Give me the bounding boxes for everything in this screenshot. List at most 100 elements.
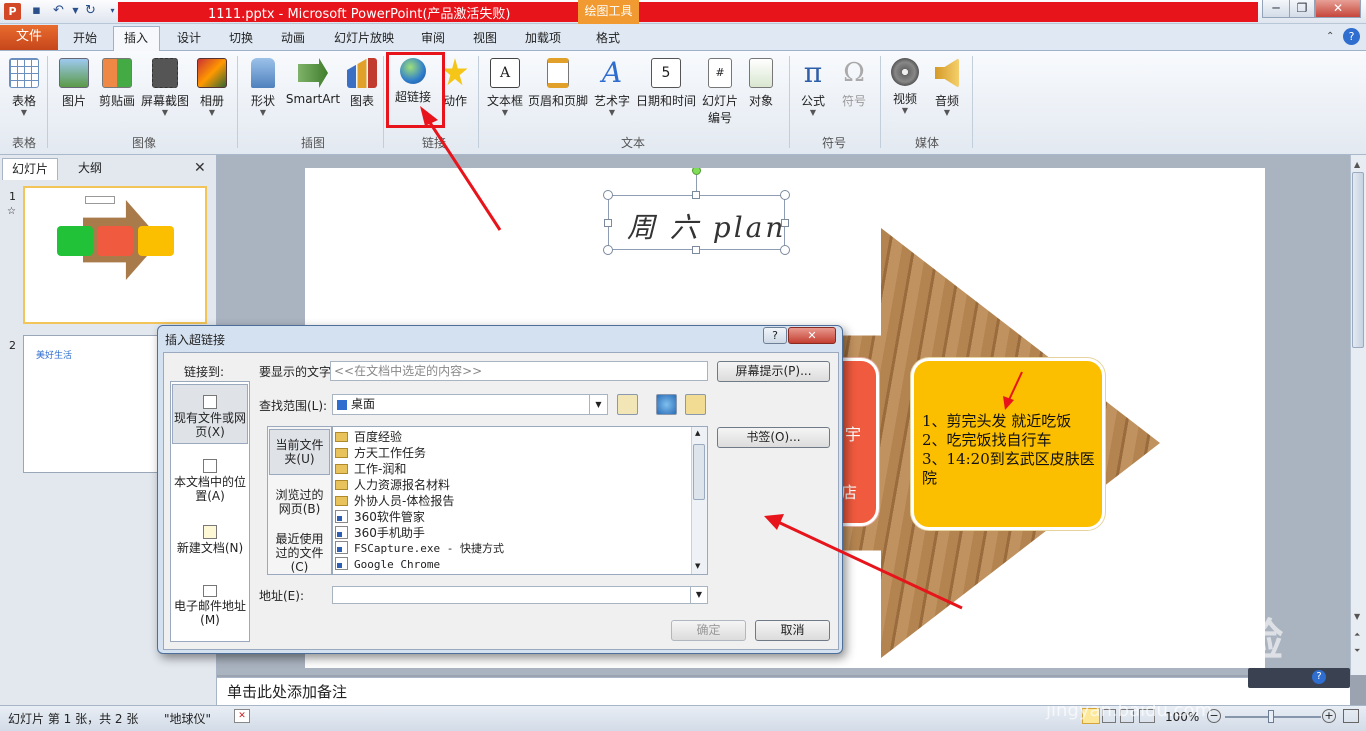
ime-help-icon[interactable]: ? xyxy=(1312,670,1326,684)
resize-handle-tr[interactable] xyxy=(780,190,790,200)
file-item-folder[interactable]: 方天工作任务 xyxy=(333,445,707,461)
resize-handle-bm[interactable] xyxy=(692,246,700,254)
wordart-button[interactable]: A 艺术字 ▼ xyxy=(592,58,632,117)
resize-handle-ml[interactable] xyxy=(604,219,612,227)
album-button[interactable]: 相册 ▼ xyxy=(195,58,229,117)
smartart-button[interactable]: SmartArt xyxy=(285,58,341,106)
file-item-shortcut[interactable]: FSCapture.exe - 快捷方式 xyxy=(333,541,707,557)
tab-animations[interactable]: 动画 xyxy=(274,30,312,48)
screenshot-button[interactable]: 屏幕截图 ▼ xyxy=(140,58,190,117)
address-field[interactable] xyxy=(332,586,708,604)
tab-browsed-pages[interactable]: 浏览过的网页(B) xyxy=(269,482,330,524)
tab-file[interactable]: 文件 xyxy=(0,25,58,50)
equation-button[interactable]: π 公式 ▼ xyxy=(796,58,830,117)
fit-to-window-icon[interactable] xyxy=(1343,709,1359,723)
chart-button[interactable]: 图表 xyxy=(345,58,379,109)
audio-button[interactable]: 音频 ▼ xyxy=(929,58,965,117)
file-item-shortcut[interactable]: 360软件管家 xyxy=(333,509,707,525)
scroll-up-icon[interactable]: ▲ xyxy=(1354,160,1360,169)
calendar-clock-icon: 5 xyxy=(651,58,681,88)
resize-handle-bl[interactable] xyxy=(603,245,613,255)
file-item-folder[interactable]: 外协人员-体检报告 xyxy=(333,493,707,509)
browse-file-icon[interactable] xyxy=(685,394,706,415)
picture-button[interactable]: 图片 xyxy=(55,58,93,109)
undo-icon[interactable]: ↶ xyxy=(50,3,67,20)
file-scroll-down-icon[interactable]: ▼ xyxy=(695,562,700,570)
slide-thumbnail-1[interactable] xyxy=(23,186,207,324)
cancel-button[interactable]: 取消 xyxy=(755,620,830,641)
file-item-shortcut[interactable]: 360手机助手 xyxy=(333,525,707,541)
dialog-close-button[interactable]: ✕ xyxy=(788,327,836,344)
folder-icon xyxy=(335,480,348,490)
file-list[interactable]: 百度经验 方天工作任务 工作-润和 人力资源报名材料 外协人员-体检报告 360… xyxy=(332,426,708,575)
maximize-button[interactable]: ❐ xyxy=(1289,0,1315,18)
save-icon[interactable]: ▪ xyxy=(28,3,45,20)
tab-addins[interactable]: 加载项 xyxy=(518,30,568,48)
tab-outline-pane[interactable]: 大纲 xyxy=(62,158,118,180)
browse-web-icon[interactable] xyxy=(656,394,677,415)
nav-new-document[interactable]: 新建文档(N) xyxy=(172,521,248,571)
nav-place-in-document[interactable]: 本文档中的位置(A) xyxy=(172,451,248,511)
slide-number-button[interactable]: # 幻灯片 编号 xyxy=(700,58,740,126)
help-icon[interactable]: ? xyxy=(1343,28,1360,45)
scroll-down-icon[interactable]: ▼ xyxy=(1354,612,1360,621)
resize-handle-tm[interactable] xyxy=(692,191,700,199)
tab-view[interactable]: 视图 xyxy=(466,30,504,48)
tab-insert[interactable]: 插入 xyxy=(117,30,155,48)
object-button[interactable]: 对象 xyxy=(744,58,778,109)
header-footer-button[interactable]: 页眉和页脚 xyxy=(527,58,589,109)
ribbon-minimize-icon[interactable]: ⌃ xyxy=(1326,31,1334,42)
close-pane-icon[interactable]: ✕ xyxy=(194,160,206,176)
ok-button: 确定 xyxy=(671,620,746,641)
close-window-button[interactable]: ✕ xyxy=(1315,0,1361,18)
file-scroll-up-icon[interactable]: ▲ xyxy=(695,429,700,437)
video-button[interactable]: 视频 ▼ xyxy=(887,58,923,115)
tab-design[interactable]: 设计 xyxy=(170,30,208,48)
file-item-folder[interactable]: 人力资源报名材料 xyxy=(333,477,707,493)
tab-slideshow[interactable]: 幻灯片放映 xyxy=(330,30,398,48)
look-in-select[interactable]: 桌面 xyxy=(332,394,608,415)
resize-handle-tl[interactable] xyxy=(603,190,613,200)
up-folder-icon[interactable] xyxy=(617,394,638,415)
bookmark-button[interactable]: 书签(O)... xyxy=(717,427,830,448)
dialog-title: 插入超链接 xyxy=(165,333,226,347)
next-slide-icon[interactable]: ⏷ xyxy=(1354,646,1360,656)
minimize-button[interactable]: ─ xyxy=(1262,0,1290,18)
prev-slide-icon[interactable]: ⏶ xyxy=(1354,630,1360,640)
screentip-button[interactable]: 屏幕提示(P)... xyxy=(717,361,830,382)
file-item-shortcut[interactable]: Google Chrome xyxy=(333,557,707,573)
file-item-folder[interactable]: 工作-润和 xyxy=(333,461,707,477)
scroll-thumb[interactable] xyxy=(1352,172,1364,348)
resize-handle-mr[interactable] xyxy=(781,219,789,227)
zoom-in-icon[interactable]: + xyxy=(1322,709,1336,723)
tab-format[interactable]: 格式 xyxy=(588,30,628,48)
zoom-slider-thumb[interactable] xyxy=(1268,710,1274,723)
table-button[interactable]: 表格 ▼ xyxy=(5,58,43,117)
look-in-dropdown-icon[interactable]: ▼ xyxy=(589,395,607,414)
speaker-icon xyxy=(935,58,959,88)
resize-handle-br[interactable] xyxy=(780,245,790,255)
nav-email-address[interactable]: 电子邮件地址(M) xyxy=(172,581,248,631)
tab-transitions[interactable]: 切换 xyxy=(222,30,260,48)
powerpoint-logo-icon[interactable]: P xyxy=(4,3,21,20)
rotation-handle[interactable] xyxy=(692,168,701,175)
language-bar[interactable] xyxy=(1248,668,1350,688)
tab-recent-files[interactable]: 最近使用过的文件(C) xyxy=(269,528,330,574)
dialog-help-button[interactable]: ? xyxy=(763,327,787,344)
file-scroll-thumb[interactable] xyxy=(693,444,705,500)
redo-icon[interactable]: ↻ xyxy=(82,3,99,20)
tab-slides-pane[interactable]: 幻灯片 xyxy=(2,158,58,180)
file-item-folder[interactable]: 百度经验 xyxy=(333,429,707,445)
spellcheck-icon[interactable]: ✕ xyxy=(234,709,250,723)
shapes-button[interactable]: 形状 ▼ xyxy=(245,58,281,117)
nav-existing-file-or-web[interactable]: 现有文件或网页(X) xyxy=(172,384,248,444)
textbox-button[interactable]: A 文本框 ▼ xyxy=(484,58,526,117)
tab-home[interactable]: 开始 xyxy=(66,30,104,48)
text-to-display-field[interactable]: <<在文档中选定的内容>> xyxy=(330,361,708,381)
address-dropdown-icon[interactable]: ▼ xyxy=(690,587,707,603)
dropdown-arrow-icon: ▼ xyxy=(161,108,169,117)
tab-review[interactable]: 审阅 xyxy=(414,30,452,48)
tab-current-folder[interactable]: 当前文件夹(U) xyxy=(269,429,330,475)
datetime-button[interactable]: 5 日期和时间 xyxy=(634,58,698,109)
clipart-button[interactable]: 剪贴画 xyxy=(97,58,137,109)
